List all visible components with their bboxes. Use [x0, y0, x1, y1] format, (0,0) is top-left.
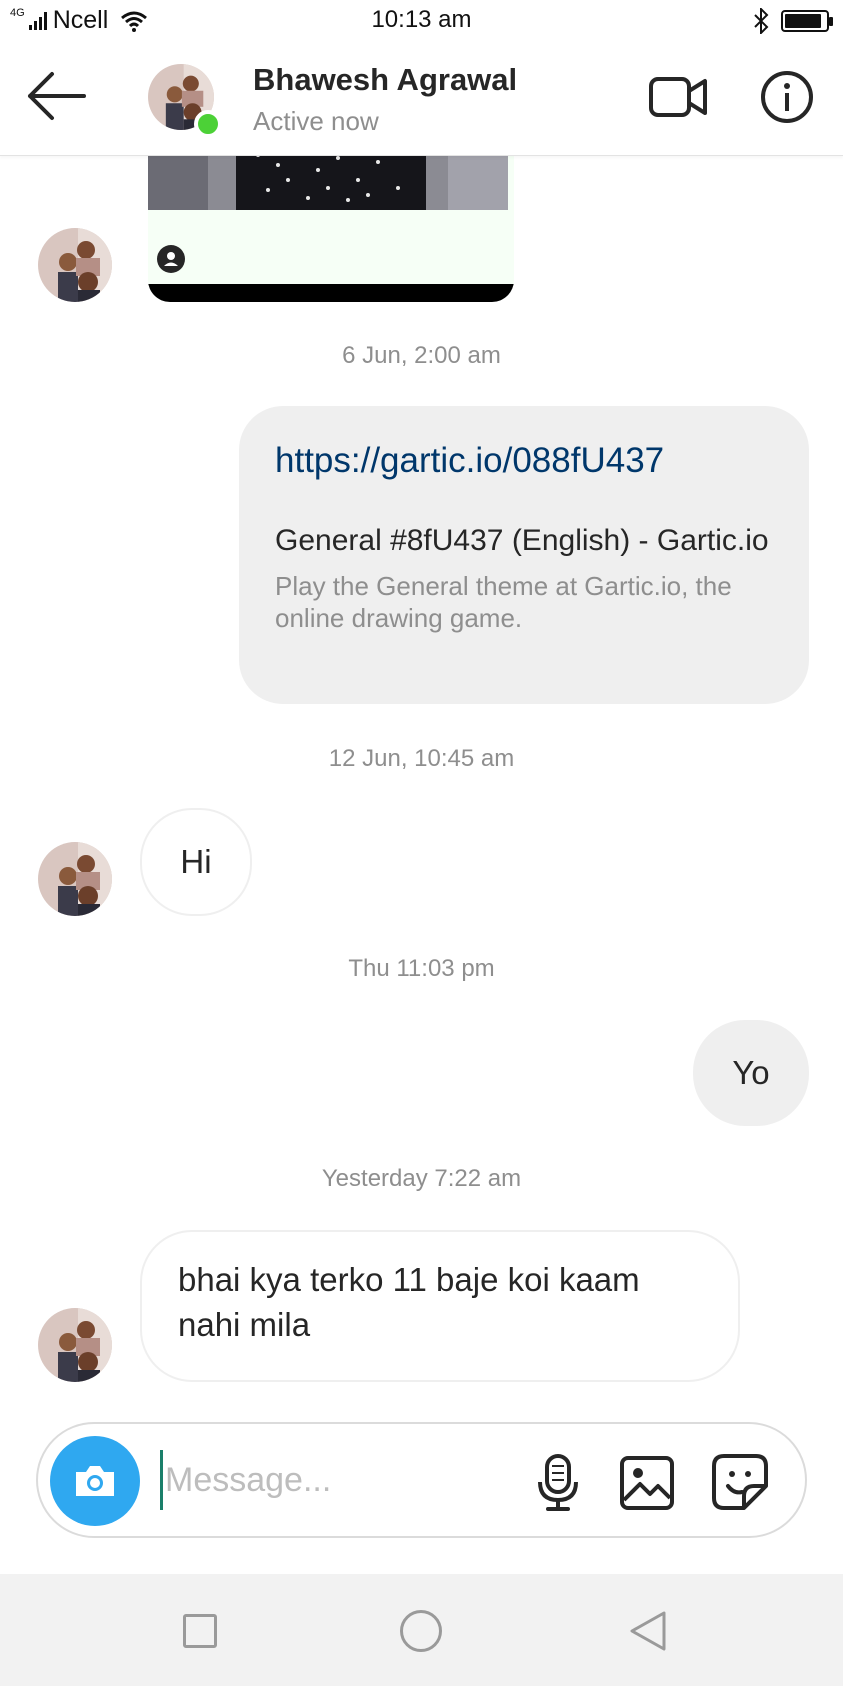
link-description: Play the General theme at Gartic.io, the… [275, 570, 732, 634]
battery-icon [781, 10, 833, 32]
message-timestamp: 12 Jun, 10:45 am [328, 745, 515, 772]
message-bubble-outgoing[interactable]: Yo [693, 1020, 809, 1126]
back-icon[interactable] [628, 1610, 668, 1652]
status-time: 10:13 am [371, 6, 472, 33]
avatar[interactable] [38, 1308, 112, 1382]
chat-header: Bhawesh Agrawal Active now [0, 44, 843, 156]
header-avatar[interactable] [148, 64, 222, 138]
recent-apps-icon[interactable] [183, 1614, 217, 1648]
avatar[interactable] [38, 228, 112, 302]
status-bar: 4G Ncell 10:13 am [0, 0, 843, 44]
info-icon[interactable] [760, 70, 814, 124]
bluetooth-icon [754, 8, 769, 34]
message-timestamp: Yesterday 7:22 am [321, 1165, 522, 1192]
status-right [753, 8, 833, 34]
online-status-dot [194, 110, 222, 138]
user-icon [157, 245, 185, 273]
message-bubble-incoming[interactable]: bhai kya terko 11 baje koi kaam nahi mil… [140, 1230, 740, 1382]
image-icon[interactable] [618, 1454, 676, 1512]
message-text: Yo [732, 1054, 770, 1091]
message-timestamp: 6 Jun, 2:00 am [342, 342, 501, 369]
link-title: General #8fU437 (English) - Gartic.io [275, 524, 769, 557]
message-timestamp: Thu 11:03 pm [348, 955, 495, 982]
contact-name[interactable]: Bhawesh Agrawal [253, 62, 517, 98]
message-bubble-incoming[interactable]: Hi [140, 808, 252, 916]
message-input[interactable] [160, 1450, 530, 1510]
link-preview-bubble[interactable]: https://gartic.io/088fU437 General #8fU4… [239, 406, 809, 704]
shared-media-card[interactable] [148, 140, 514, 302]
message-composer [36, 1422, 807, 1538]
camera-icon [76, 1466, 114, 1496]
microphone-icon[interactable] [528, 1452, 588, 1512]
link-url[interactable]: https://gartic.io/088fU437 [275, 440, 773, 482]
home-icon[interactable] [400, 1610, 442, 1652]
video-camera-icon[interactable] [648, 72, 708, 122]
battery-fill [785, 14, 821, 28]
sticker-icon[interactable] [710, 1452, 770, 1512]
avatar[interactable] [38, 842, 112, 916]
message-text: bhai kya terko 11 baje koi kaam nahi mil… [178, 1261, 640, 1343]
system-nav-bar [0, 1574, 843, 1686]
camera-button[interactable] [50, 1436, 140, 1526]
media-footer-bar [148, 284, 514, 302]
message-text: Hi [180, 843, 212, 880]
contact-status: Active now [253, 106, 379, 136]
arrow-left-icon[interactable] [24, 70, 88, 122]
